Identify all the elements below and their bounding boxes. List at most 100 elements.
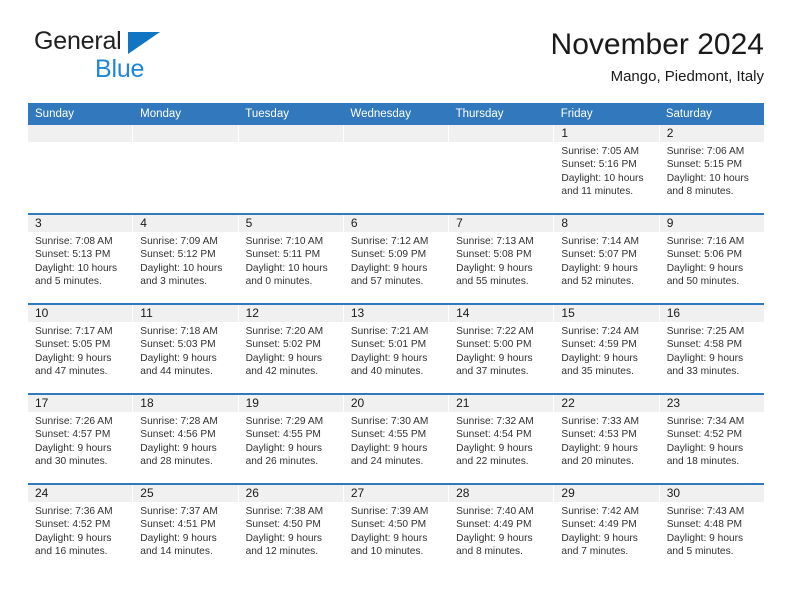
daylight-duration-line2: and 8 minutes. <box>666 186 734 198</box>
daylight-duration-line1: Daylight: 9 hours <box>350 532 428 544</box>
calendar-day-cell[interactable]: 13 Sunrise: 7:21 AM Sunset: 5:01 PM Dayligh… <box>343 305 450 393</box>
daylight-duration-line2: and 30 minutes. <box>35 456 108 468</box>
calendar-day-cell[interactable]: 5 Sunrise: 7:10 AM Sunset: 5:11 PM Daylight… <box>238 215 344 303</box>
sunrise-time: Sunrise: 7:29 AM <box>245 416 324 427</box>
calendar-day-cell[interactable]: 1 Sunrise: 7:05 AM Sunset: 5:16 PM Daylight… <box>554 125 660 213</box>
sunset-time: Sunset: 4:52 PM <box>666 429 743 441</box>
calendar-day-cell[interactable]: 22 Sunrise: 7:33 AM Sunset: 4:53 PM Dayligh… <box>554 395 660 483</box>
day-number: 28 <box>449 485 554 502</box>
calendar-day-cell[interactable]: 9 Sunrise: 7:16 AM Sunset: 5:06 PM Daylight… <box>659 215 764 303</box>
sunset-time: Sunset: 5:01 PM <box>350 339 427 351</box>
sunset-time: Sunset: 4:55 PM <box>245 429 321 441</box>
calendar-day-cell[interactable]: 21 Sunrise: 7:32 AM Sunset: 4:54 PM Dayligh… <box>449 395 555 483</box>
calendar-grid: Sunday Monday Tuesday Wednesday Thursday Frid… <box>28 103 764 573</box>
calendar-day-cell[interactable]: 24 Sunrise: 7:36 AM Sunset: 4:52 PM Dayligh… <box>28 485 134 573</box>
calendar-day-cell[interactable]: 27 Sunrise: 7:39 AM Sunset: 4:50 PM Dayligh… <box>343 485 450 573</box>
day-number: 27 <box>343 485 449 502</box>
day-number: 6 <box>343 215 449 232</box>
day-sun-info: Sunrise: 7:17 AM Sunset: 5:05 PM Daylight:… <box>28 322 132 385</box>
day-sun-info: Sunrise: 7:14 AM Sunset: 5:07 PM Daylight:… <box>554 232 658 295</box>
daylight-duration-line1: Daylight: 10 hours <box>561 172 644 184</box>
day-number <box>343 125 449 142</box>
calendar-day-cell[interactable]: 16 Sunrise: 7:25 AM Sunset: 4:58 PM Dayligh… <box>659 305 764 393</box>
daylight-duration-line1: Daylight: 9 hours <box>666 532 744 544</box>
weekday-header-saturday: Saturday <box>665 108 712 120</box>
calendar-day-cell[interactable]: 20 Sunrise: 7:30 AM Sunset: 4:55 PM Dayligh… <box>343 395 450 483</box>
day-number: 5 <box>238 215 343 232</box>
sunrise-time: Sunrise: 7:10 AM <box>245 236 324 247</box>
sunset-time: Sunset: 4:49 PM <box>561 519 637 531</box>
sunrise-time: Sunrise: 7:21 AM <box>350 326 429 337</box>
calendar-day-cell[interactable]: 25 Sunrise: 7:37 AM Sunset: 4:51 PM Dayligh… <box>133 485 239 573</box>
day-number <box>449 125 554 142</box>
weekday-header-sunday: Sunday <box>35 108 75 120</box>
day-sun-info: Sunrise: 7:13 AM Sunset: 5:08 PM Daylight:… <box>449 232 553 295</box>
calendar-day-cell-empty <box>238 125 344 213</box>
calendar-day-cell[interactable]: 18 Sunrise: 7:28 AM Sunset: 4:56 PM Dayligh… <box>133 395 239 483</box>
day-sun-info: Sunrise: 7:37 AM Sunset: 4:51 PM Daylight:… <box>133 502 237 565</box>
sunset-time: Sunset: 5:00 PM <box>456 339 532 351</box>
daylight-duration-line2: and 57 minutes. <box>350 276 424 288</box>
calendar-day-cell[interactable]: 6 Sunrise: 7:12 AM Sunset: 5:09 PM Daylight… <box>343 215 450 303</box>
daylight-duration-line1: Daylight: 9 hours <box>561 262 638 274</box>
sunrise-time: Sunrise: 7:26 AM <box>35 416 113 427</box>
daylight-duration-line2: and 3 minutes. <box>140 276 208 288</box>
sunrise-time: Sunrise: 7:22 AM <box>456 326 534 337</box>
calendar-day-cell[interactable]: 7 Sunrise: 7:13 AM Sunset: 5:08 PM Daylight… <box>449 215 555 303</box>
day-number: 29 <box>554 485 659 502</box>
day-sun-info: Sunrise: 7:05 AM Sunset: 5:16 PM Daylight:… <box>554 142 658 205</box>
calendar-day-cell[interactable]: 23 Sunrise: 7:34 AM Sunset: 4:52 PM Dayligh… <box>659 395 764 483</box>
sunrise-time: Sunrise: 7:12 AM <box>350 236 429 247</box>
calendar-day-cell[interactable]: 19 Sunrise: 7:29 AM Sunset: 4:55 PM Dayligh… <box>238 395 344 483</box>
sunrise-time: Sunrise: 7:36 AM <box>35 506 113 517</box>
calendar-day-cell-empty <box>449 125 555 213</box>
daylight-duration-line1: Daylight: 9 hours <box>35 532 112 544</box>
day-sun-info: Sunrise: 7:08 AM Sunset: 5:13 PM Daylight:… <box>28 232 132 295</box>
sunset-time: Sunset: 5:13 PM <box>35 249 111 261</box>
sunset-time: Sunset: 5:09 PM <box>350 249 427 261</box>
daylight-duration-line2: and 5 minutes. <box>666 546 734 558</box>
calendar-day-cell[interactable]: 14 Sunrise: 7:22 AM Sunset: 5:00 PM Dayligh… <box>449 305 555 393</box>
calendar-day-cell[interactable]: 3 Sunrise: 7:08 AM Sunset: 5:13 PM Daylight… <box>28 215 134 303</box>
daylight-duration-line1: Daylight: 10 hours <box>140 262 223 274</box>
calendar-day-cell[interactable]: 26 Sunrise: 7:38 AM Sunset: 4:50 PM Dayligh… <box>238 485 344 573</box>
sunset-time: Sunset: 4:55 PM <box>350 429 427 441</box>
calendar-day-cell[interactable]: 12 Sunrise: 7:20 AM Sunset: 5:02 PM Dayligh… <box>238 305 344 393</box>
day-sun-info: Sunrise: 7:26 AM Sunset: 4:57 PM Daylight:… <box>28 412 132 475</box>
sunset-time: Sunset: 5:12 PM <box>140 249 216 261</box>
day-sun-info: Sunrise: 7:12 AM Sunset: 5:09 PM Daylight:… <box>344 232 448 295</box>
calendar-day-cell[interactable]: 2 Sunrise: 7:06 AM Sunset: 5:15 PM Daylight… <box>659 125 764 213</box>
daylight-duration-line2: and 37 minutes. <box>456 366 529 378</box>
calendar-day-cell[interactable]: 17 Sunrise: 7:26 AM Sunset: 4:57 PM Dayligh… <box>28 395 134 483</box>
calendar-day-cell[interactable]: 8 Sunrise: 7:14 AM Sunset: 5:07 PM Daylight… <box>554 215 660 303</box>
general-blue-logo[interactable]: General Blue <box>34 28 254 88</box>
calendar-page: General Blue November 2024 Mango, Piedmo… <box>0 0 792 612</box>
weekday-header-row: Sunday Monday Tuesday Wednesday Thursday Frid… <box>28 103 764 125</box>
calendar-day-cell[interactable]: 4 Sunrise: 7:09 AM Sunset: 5:12 PM Daylight… <box>133 215 239 303</box>
daylight-duration-line1: Daylight: 9 hours <box>456 262 533 274</box>
daylight-duration-line2: and 26 minutes. <box>245 456 319 468</box>
day-number: 2 <box>659 125 764 142</box>
calendar-day-cell[interactable]: 28 Sunrise: 7:40 AM Sunset: 4:49 PM Dayligh… <box>449 485 555 573</box>
calendar-day-cell[interactable]: 15 Sunrise: 7:24 AM Sunset: 4:59 PM Dayligh… <box>554 305 660 393</box>
daylight-duration-line1: Daylight: 9 hours <box>35 442 112 454</box>
calendar-day-cell[interactable]: 11 Sunrise: 7:18 AM Sunset: 5:03 PM Dayligh… <box>133 305 239 393</box>
sunset-time: Sunset: 4:53 PM <box>561 429 637 441</box>
sunrise-time: Sunrise: 7:43 AM <box>666 506 745 517</box>
day-sun-info: Sunrise: 7:34 AM Sunset: 4:52 PM Daylight:… <box>660 412 764 475</box>
daylight-duration-line2: and 8 minutes. <box>456 546 523 558</box>
day-sun-info: Sunrise: 7:25 AM Sunset: 4:58 PM Daylight:… <box>660 322 764 385</box>
daylight-duration-line1: Daylight: 9 hours <box>245 532 323 544</box>
daylight-duration-line1: Daylight: 9 hours <box>561 352 638 364</box>
calendar-day-cell[interactable]: 10 Sunrise: 7:17 AM Sunset: 5:05 PM Dayligh… <box>28 305 134 393</box>
day-sun-info: Sunrise: 7:39 AM Sunset: 4:50 PM Daylight:… <box>344 502 448 565</box>
sunset-time: Sunset: 5:05 PM <box>35 339 111 351</box>
daylight-duration-line2: and 11 minutes. <box>561 186 634 198</box>
sunset-time: Sunset: 4:50 PM <box>350 519 427 531</box>
calendar-day-cell[interactable]: 29 Sunrise: 7:42 AM Sunset: 4:49 PM Dayligh… <box>554 485 660 573</box>
weekday-header-thursday: Thursday <box>455 108 504 120</box>
daylight-duration-line2: and 44 minutes. <box>140 366 213 378</box>
day-number: 22 <box>554 395 659 412</box>
calendar-day-cell[interactable]: 30 Sunrise: 7:43 AM Sunset: 4:48 PM Dayligh… <box>659 485 764 573</box>
day-number: 20 <box>343 395 449 412</box>
